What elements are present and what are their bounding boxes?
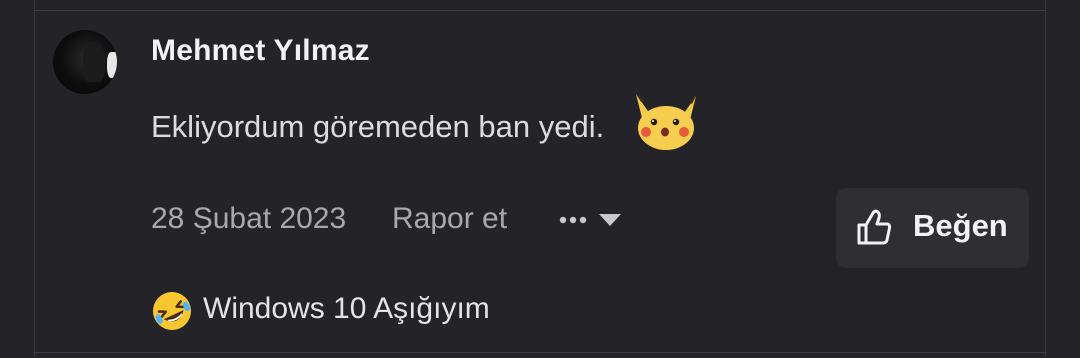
comment-date: 28 Şubat 2023 (151, 202, 347, 235)
comment-message: Ekliyordum göremeden ban yedi. (151, 109, 605, 144)
bottom-divider (34, 352, 1046, 353)
top-divider (34, 10, 1046, 11)
report-link[interactable]: Rapor et (392, 202, 507, 236)
author-name[interactable]: Mehmet Yılmaz (151, 34, 370, 68)
thumbs-up-icon (857, 209, 892, 245)
avatar-highlight (107, 52, 117, 78)
reaction-text: Windows 10 Aşığıyım (203, 292, 490, 325)
like-button[interactable]: Beğen (836, 188, 1029, 268)
surprised-pikachu-sticker (636, 94, 696, 150)
more-options-icon[interactable] (558, 206, 624, 234)
rolling-laughing-emoji-icon (153, 292, 191, 330)
avatar-silhouette (83, 42, 105, 82)
like-label: Beğen (913, 208, 1008, 243)
avatar[interactable] (53, 30, 117, 94)
